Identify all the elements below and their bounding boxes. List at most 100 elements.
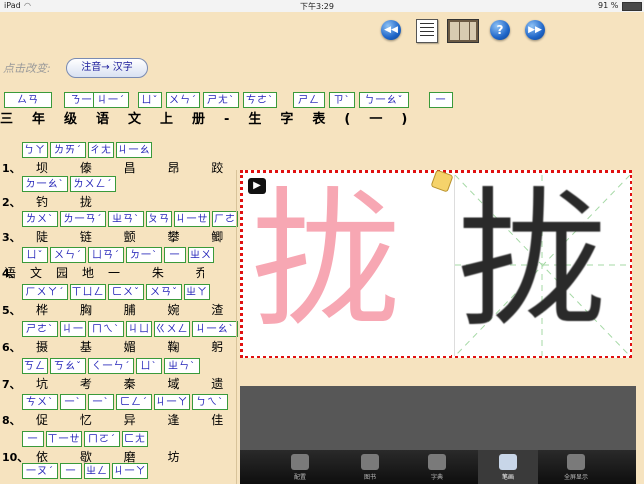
zhuyin-box: ㄎㄥ <box>22 358 48 374</box>
zhuyin-box: ㄌㄨˋ <box>22 211 58 227</box>
books-icon <box>361 454 379 470</box>
zhuyin-box: ㄐ一ㄠˋ <box>192 321 238 337</box>
row-number: 7、 <box>2 378 21 391</box>
zhuyin-box: 一ˋ <box>88 394 114 410</box>
page-title: 三年级语文上册-生字表(一) <box>0 112 427 127</box>
zhuyin-box: ㄌㄞˊ <box>50 142 86 158</box>
zhuyin-box: ㄓㄢˋ <box>108 211 144 227</box>
zhuyin-box: ㄐ一 <box>60 321 86 337</box>
zhuyin-box: ㄩˋ <box>136 358 162 374</box>
device-label: iPad <box>4 1 21 10</box>
reference-cell: 拢 ▶ <box>245 169 454 356</box>
zhuyin-box: ㄈㄥˊ <box>116 394 152 410</box>
row-characters: 促 忆 异 逢 佳 倍 揺 <box>36 413 236 427</box>
zhuyin-box: 一ㄡˊ <box>22 463 58 479</box>
zhuyin-box: ㄒ一ㄝ <box>46 431 82 447</box>
zhuyin-box: 一 <box>22 431 44 447</box>
zhuyin-box: ㄆㄢ <box>146 211 172 227</box>
zhuyin-box: ㄅㄟˋ <box>192 394 228 410</box>
zhuyin-box: ㄅㄚ <box>22 142 48 158</box>
stroke-panel[interactable]: 拢 ▶ 拢 <box>240 169 632 358</box>
title-zhuyin-box: ㄘㄜˋ <box>243 92 277 108</box>
toggle-zhuyin-button[interactable]: 注音→ 汉字 <box>66 58 148 78</box>
tab-bar: 配置 图书 字典 笔画 全屏显示 <box>240 450 636 484</box>
zhuyin-box: ㄇㄛˊ <box>84 431 120 447</box>
zhuyin-box: ㄩㄢˊ <box>88 247 124 263</box>
zhuyin-box: ㄕㄜˋ <box>22 321 58 337</box>
zhuyin-box: ㄈㄤ <box>122 431 148 447</box>
zhuyin-box: ㄉ一ㄠˋ <box>22 176 68 192</box>
zhuyin-box: ㄏㄨㄚˊ <box>22 284 68 300</box>
gear-icon <box>291 454 309 470</box>
writing-grid[interactable]: 拢 <box>454 174 630 356</box>
row-number: 1、 <box>2 162 21 175</box>
row-number: 5、 <box>2 304 21 317</box>
divider <box>236 170 237 484</box>
title-zhuyin-box: ㄕㄥ <box>293 92 325 108</box>
tab-strokes[interactable]: 笔画 <box>478 450 538 484</box>
zhuyin-box: ㄐ一ㄚ <box>112 463 148 479</box>
battery-icon <box>622 2 642 11</box>
title-zhuyin-box: ㄨㄣˊ <box>166 92 200 108</box>
zhuyin-box: ㄨㄢˇ <box>146 284 182 300</box>
row-number: 8、 <box>2 414 21 427</box>
row-characters: 语文园地一 朱 乔 <box>4 266 204 280</box>
zhuyin-box: ㄐ一ㄝ <box>174 211 210 227</box>
tab-settings[interactable]: 配置 <box>270 450 330 484</box>
title-zhuyin-box: ㄩˇ <box>138 92 162 108</box>
row-characters: 钓 拢 <box>36 195 106 209</box>
film-icon[interactable] <box>447 19 479 43</box>
row-characters: 摄 基 媚 鞠 躬 胶 <box>36 340 236 354</box>
tab-books[interactable]: 图书 <box>340 450 400 484</box>
info-icon <box>567 454 585 470</box>
rewind-icon[interactable]: ◀◀ <box>381 20 401 40</box>
row-characters: 陡 链 颤 攀 鲫 呵 <box>36 230 236 244</box>
zhuyin-box: ㄘㄨˋ <box>22 394 58 410</box>
title-zhuyin-box: ㄗˋ <box>329 92 355 108</box>
zhuyin-box: ㄔㄤ <box>88 142 114 158</box>
zhuyin-box: ㄓㄨ <box>188 247 214 263</box>
tab-fullscreen[interactable]: 全屏显示 <box>546 450 606 484</box>
clock: 下午3:29 <box>300 2 334 11</box>
zhuyin-box: ㄇㄟˋ <box>88 321 124 337</box>
handwritten-character: 拢 <box>457 174 608 348</box>
zhuyin-box: ㄒㄩㄥ <box>70 284 106 300</box>
row-number: 3、 <box>2 231 21 244</box>
zhuyin-box: 一 <box>60 463 82 479</box>
forward-icon[interactable]: ▶▶ <box>525 20 545 40</box>
row-number: 6、 <box>2 341 21 354</box>
bottom-area <box>240 386 636 450</box>
zhuyin-box: ㄐㄩ <box>126 321 152 337</box>
title-zhuyin-box: ㄙㄢ <box>4 92 52 108</box>
zhuyin-box: ㄌㄨㄥˊ <box>70 176 116 192</box>
title-zhuyin-box: ㄕㄤˋ <box>203 92 239 108</box>
zhuyin-box: ㄓㄣˋ <box>164 358 200 374</box>
top-toolbar <box>0 12 644 48</box>
zhuyin-box: ㄉ一ˋ <box>126 247 162 263</box>
zhuyin-box: ㄏㄜ <box>212 211 238 227</box>
list-icon[interactable] <box>416 19 438 43</box>
title-zhuyin-box: ㄅ一ㄠˇ <box>359 92 409 108</box>
title-zhuyin-box: ㄐ一ˊ <box>93 92 129 108</box>
zhuyin-box: ㄍㄨㄥ <box>154 321 190 337</box>
row-characters: 坑 考 秦 域 遗 震 <box>36 377 236 391</box>
pencil-icon[interactable] <box>430 169 454 193</box>
battery-label: 91 % <box>598 1 619 10</box>
tab-dictionary[interactable]: 字典 <box>407 450 467 484</box>
zhuyin-box: ㄐ一ㄠ <box>116 142 152 158</box>
pen-icon <box>499 454 517 470</box>
zhuyin-box: ㄈㄨˇ <box>108 284 144 300</box>
row-characters: 坝 傣 昌 昂 跤 <box>36 161 236 175</box>
zhuyin-box: ㄐ一ㄚ <box>154 394 190 410</box>
zhuyin-box: ㄩˇ <box>22 247 48 263</box>
title-zhuyin-box: 一 <box>429 92 453 108</box>
help-icon[interactable]: ? <box>490 20 510 40</box>
zhuyin-box: ㄎㄠˇ <box>50 358 86 374</box>
zhuyin-box: ㄨㄣˊ <box>50 247 86 263</box>
video-camera-icon[interactable]: ▶ <box>248 178 266 194</box>
zhuyin-box: ㄌ一ㄢˊ <box>60 211 106 227</box>
row-characters: 桦 胸 脯 婉 渣 <box>36 303 236 317</box>
dictionary-icon <box>428 454 446 470</box>
hint-label: 点击改变: <box>3 62 51 75</box>
zhuyin-box: ㄑ一ㄣˊ <box>88 358 134 374</box>
